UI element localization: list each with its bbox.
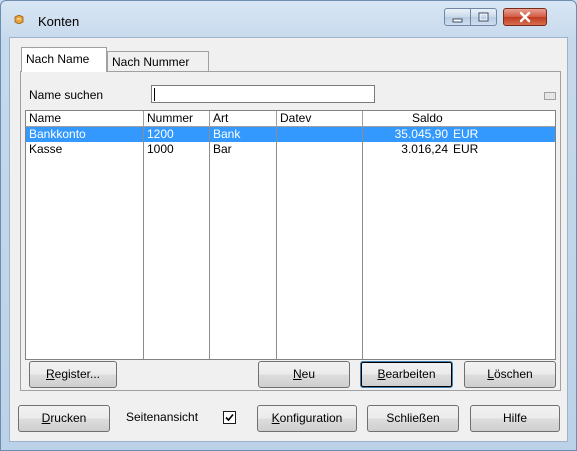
maximize-button[interactable] (471, 8, 497, 26)
access-key: K (271, 411, 280, 425)
window-title: Konten (38, 14, 80, 29)
column-header-nummer[interactable]: Nummer (144, 111, 210, 127)
column-header-label: Nummer (147, 111, 194, 125)
app-icon (14, 15, 24, 24)
cell-name: Kasse (29, 142, 63, 156)
text-caret (154, 88, 155, 101)
close-icon (519, 11, 531, 23)
seitenansicht-label: Seitenansicht (126, 410, 199, 424)
table-row[interactable]: Kasse 1000 Bar 3.016,24 EUR (26, 142, 555, 157)
column-header-label: Name (29, 111, 62, 125)
cell-currency: EUR (453, 142, 479, 156)
cell-saldo: 3.016,24 (401, 142, 448, 156)
column-header-datev[interactable]: Datev (277, 111, 363, 127)
button-label: rucken (50, 411, 87, 425)
cell-art: Bank (213, 127, 241, 141)
button-label: egister... (54, 367, 101, 381)
tab-nach-name[interactable]: Nach Name (21, 47, 107, 72)
cell-currency: EUR (453, 127, 479, 141)
maximize-icon (478, 12, 489, 22)
access-key: R (45, 367, 55, 381)
cell-art: Bar (213, 142, 232, 156)
accounts-grid[interactable]: Name Nummer Art Datev Saldo Bankkonto 12… (25, 110, 556, 360)
close-button[interactable] (503, 8, 547, 26)
column-divider (143, 127, 144, 359)
table-row[interactable]: Bankkonto 1200 Bank 35.045,90 EUR (26, 127, 555, 142)
button-label: onfiguration (279, 411, 343, 425)
column-divider (276, 127, 277, 359)
access-key: L (487, 367, 494, 381)
drucken-button[interactable]: Drucken (18, 405, 110, 432)
button-label: eu (301, 367, 316, 381)
column-divider (209, 127, 210, 359)
column-header-label: Datev (280, 111, 312, 125)
register-button[interactable]: Register... (29, 361, 117, 388)
search-label: Name suchen (29, 88, 104, 102)
checkmark-icon (225, 413, 234, 422)
column-divider (362, 127, 363, 359)
konfiguration-button[interactable]: Konfiguration (257, 405, 357, 432)
button-label: Schließen (386, 411, 440, 425)
column-header-name[interactable]: Name (26, 111, 144, 127)
button-label: öschen (493, 367, 533, 381)
access-key: D (41, 411, 51, 425)
seitenansicht-checkbox[interactable] (223, 411, 236, 424)
tab-nach-nummer[interactable]: Nach Nummer (107, 51, 209, 72)
client-area: Nach Name Nach Nummer Name suchen Name N… (9, 37, 568, 442)
column-header-art[interactable]: Art (210, 111, 277, 127)
schliessen-button[interactable]: Schließen (367, 405, 459, 432)
tab-panel: Name suchen Name Nummer Art Datev Saldo … (20, 71, 561, 391)
column-header-saldo[interactable]: Saldo (363, 111, 555, 127)
hilfe-button[interactable]: Hilfe (470, 405, 560, 432)
search-input[interactable] (151, 85, 375, 103)
column-header-label: Saldo (412, 111, 443, 125)
minimize-icon (452, 18, 463, 23)
button-label: Hilfe (502, 411, 527, 425)
cell-name: Bankkonto (29, 127, 86, 141)
cell-nummer: 1000 (147, 142, 174, 156)
button-label: earbeiten (385, 367, 436, 381)
loeschen-button[interactable]: Löschen (464, 361, 556, 388)
tab-label: Nach Name (26, 52, 90, 66)
tab-label: Nach Nummer (112, 55, 190, 69)
neu-button[interactable]: Neu (258, 361, 350, 388)
access-key: N (292, 367, 302, 381)
small-button[interactable] (544, 92, 556, 100)
window: Konten Nach Name Nach Nummer Name suchen… (0, 0, 577, 451)
title-bar[interactable]: Konten (1, 1, 576, 37)
cell-saldo: 35.045,90 (394, 127, 448, 141)
minimize-button[interactable] (444, 8, 471, 26)
bearbeiten-button[interactable]: Bearbeiten (360, 361, 453, 388)
cell-nummer: 1200 (147, 127, 174, 141)
column-header-label: Art (213, 111, 229, 125)
